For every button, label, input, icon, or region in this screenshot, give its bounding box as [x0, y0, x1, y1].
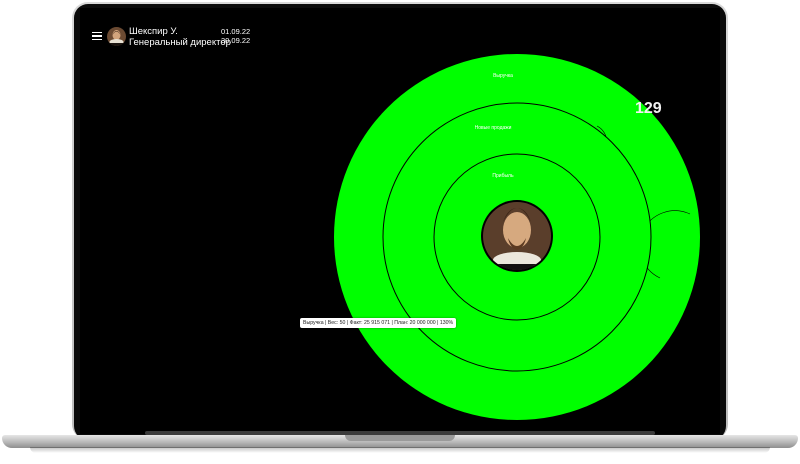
laptop-notch — [345, 435, 455, 441]
laptop-shadow — [30, 447, 770, 453]
target-rings-chart: Выручка Новые продажи Прибыль — [334, 54, 700, 420]
counter-value: 129 — [635, 100, 662, 117]
ring-label-revenue: Выручка — [493, 73, 513, 79]
ring-label-new-sales: Новые продажи — [475, 125, 512, 131]
ring-label-profit: Прибыль — [492, 173, 514, 179]
app-screen: Шекспир У. Генеральный директор 01.09.22… — [80, 8, 720, 434]
ring-tooltip: Выручка | Вес: 50 | Факт: 25 915 071 | П… — [300, 318, 457, 328]
